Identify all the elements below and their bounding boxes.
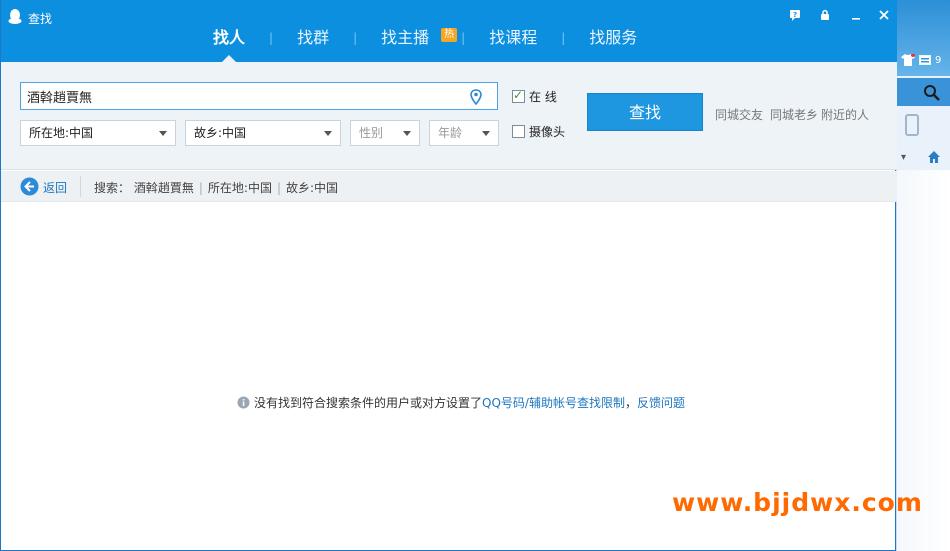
tab-separator: |: [561, 31, 566, 45]
age-select[interactable]: 年龄: [429, 120, 499, 146]
empty-result-message: 没有找到符合搜索条件的用户或对方设置了 QQ号码/辅助帐号查找限制，反馈问题: [237, 394, 685, 411]
panel-tray: 9: [901, 54, 941, 66]
search-restriction-link[interactable]: QQ号码/辅助帐号查找限制: [482, 394, 625, 411]
minimize-icon[interactable]: [847, 8, 865, 26]
tab-label: 找群: [297, 28, 330, 47]
lock-icon[interactable]: [816, 8, 834, 26]
qq-penguin-icon: [8, 9, 22, 24]
breadcrumb: 返回 搜索： 酒斡趙賈無 | 所在地:中国 | 故乡:中国: [1, 171, 897, 202]
hometown-select-value: 故乡:中国: [194, 126, 247, 140]
comma: ，: [624, 396, 637, 410]
hot-badge: 热: [441, 28, 458, 42]
search-summary-prefix: 搜索：: [94, 181, 131, 195]
online-label: 在 线: [529, 90, 557, 104]
location-select[interactable]: 所在地:中国: [20, 120, 176, 146]
chevron-down-icon[interactable]: ▾: [901, 152, 906, 163]
link-same-city-friends[interactable]: 同城交友: [715, 106, 763, 123]
back-button[interactable]: 返回: [43, 179, 67, 196]
screen: 9 ▾ 查找 找人 | 找群 | 找主播热 | 找课程 | 找服务 ? 酒斡趙賈…: [0, 0, 950, 551]
tab-separator: |: [269, 31, 274, 45]
back-arrow-icon[interactable]: [20, 177, 39, 196]
divider: |: [198, 181, 203, 195]
divider: [80, 176, 81, 197]
tab-label: 找服务: [589, 28, 638, 47]
camera-checkbox[interactable]: [512, 125, 525, 138]
age-select-value: 年龄: [438, 126, 463, 140]
search-summary-keyword: 酒斡趙賈無: [133, 181, 194, 195]
tab-label: 找主播: [381, 28, 430, 47]
tab-find-service[interactable]: 找服务: [567, 22, 659, 62]
chevron-down-icon: [159, 131, 167, 136]
hometown-select[interactable]: 故乡:中国: [185, 120, 341, 146]
tab-find-group[interactable]: 找群: [275, 22, 351, 62]
gender-select-value: 性别: [359, 126, 384, 140]
background-qq-panel: 9 ▾: [896, 0, 950, 551]
chevron-down-icon: [403, 131, 411, 136]
home-icon[interactable]: [927, 150, 941, 164]
find-window: 查找 找人 | 找群 | 找主播热 | 找课程 | 找服务 ? 酒斡趙賈無 所在…: [0, 0, 897, 551]
tab-label: 找课程: [489, 28, 538, 47]
close-icon[interactable]: [875, 8, 893, 26]
online-checkbox[interactable]: [512, 88, 525, 103]
search-panel: 所在地:中国 故乡:中国 性别 年龄 在 线 摄像头 查找 同城交友 同城老乡 …: [1, 62, 897, 170]
window-title: 查找: [28, 12, 53, 26]
help-icon[interactable]: ?: [786, 8, 804, 26]
tab-label: 找人: [213, 28, 246, 47]
search-summary-location: 所在地:中国: [207, 181, 272, 195]
chevron-down-icon: [482, 131, 490, 136]
empty-result-text: 没有找到符合搜索条件的用户或对方设置了: [254, 396, 483, 410]
search-icon[interactable]: [923, 84, 941, 102]
title-bar[interactable]: 查找 找人 | 找群 | 找主播热 | 找课程 | 找服务 ?: [1, 0, 897, 62]
message-count: 9: [935, 54, 942, 66]
keyword-input[interactable]: [20, 82, 498, 110]
tab-separator: |: [353, 31, 358, 45]
watermark: www.bjjdwx.com: [672, 488, 923, 517]
link-nearby-people[interactable]: 附近的人: [821, 106, 869, 123]
gender-select[interactable]: 性别: [350, 120, 420, 146]
tab-find-course[interactable]: 找课程: [467, 22, 559, 62]
shirt-icon[interactable]: [901, 54, 915, 66]
location-pin-icon[interactable]: [469, 89, 483, 105]
tab-find-people[interactable]: 找人: [191, 22, 267, 62]
feedback-link[interactable]: 反馈问题: [637, 394, 685, 411]
info-icon: [237, 396, 250, 409]
camera-label: 摄像头: [529, 125, 566, 139]
message-box-icon[interactable]: [919, 54, 931, 66]
find-button[interactable]: 查找: [587, 93, 703, 131]
chevron-down-icon: [324, 131, 332, 136]
search-summary-hometown: 故乡:中国: [286, 181, 339, 195]
svg-text:?: ?: [793, 11, 797, 19]
tab-find-streamer[interactable]: 找主播热: [359, 22, 459, 62]
divider: |: [276, 181, 281, 195]
link-same-city-hometown[interactable]: 同城老乡: [770, 106, 818, 123]
phone-icon[interactable]: [905, 114, 919, 136]
search-summary: 搜索： 酒斡趙賈無 | 所在地:中国 | 故乡:中国: [94, 179, 338, 196]
tab-separator: |: [461, 31, 466, 45]
location-select-value: 所在地:中国: [29, 126, 94, 140]
tab-bar: 找人 | 找群 | 找主播热 | 找课程 | 找服务: [191, 22, 659, 62]
